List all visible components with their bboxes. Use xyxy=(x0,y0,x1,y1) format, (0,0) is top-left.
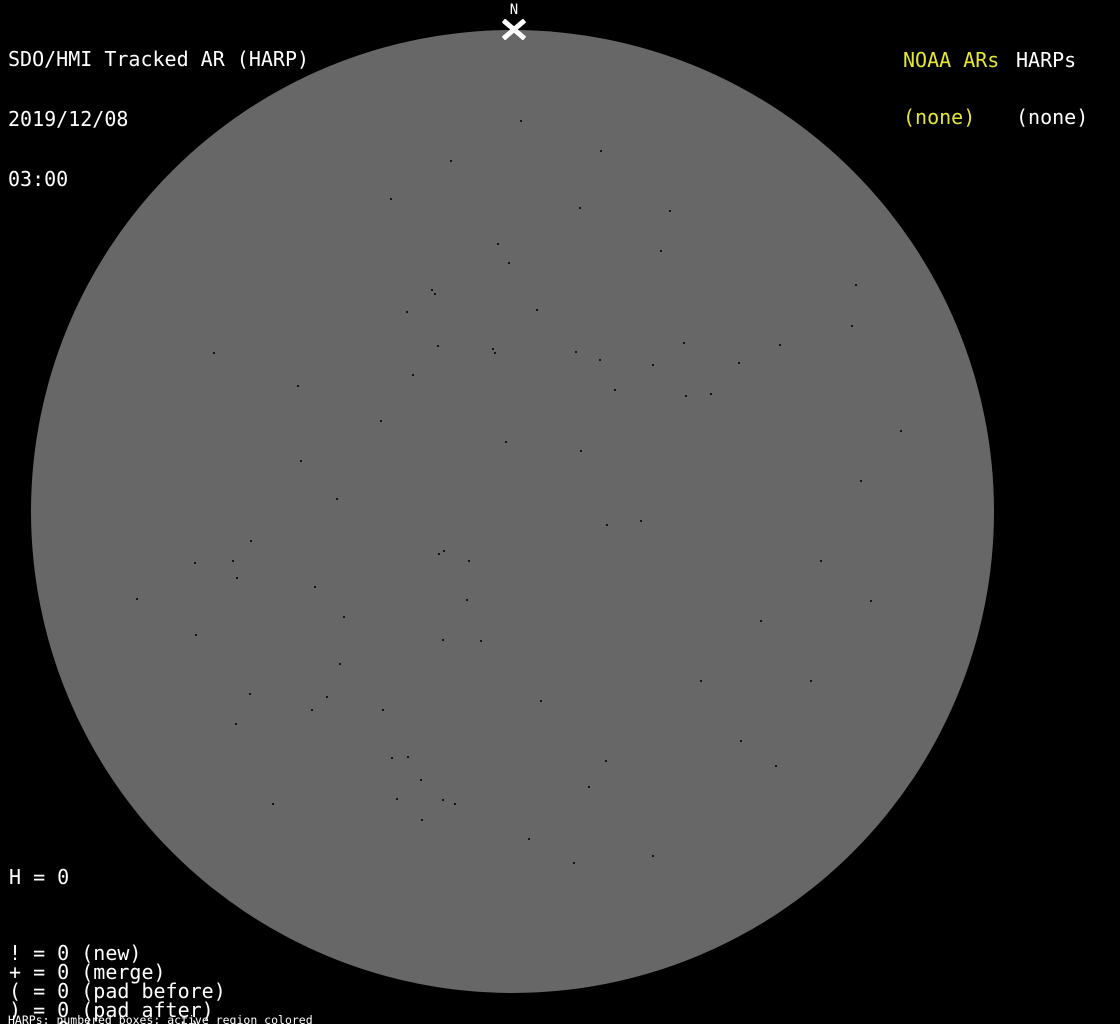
disk-speck xyxy=(431,289,433,291)
disk-speck xyxy=(580,450,582,452)
disk-speck xyxy=(492,348,494,350)
disk-speck xyxy=(528,838,530,840)
disk-speck xyxy=(600,150,602,152)
disk-speck xyxy=(437,345,439,347)
noaa-ars-column: NOAA ARs (none) xyxy=(903,13,999,165)
disk-speck xyxy=(314,586,316,588)
disk-speck xyxy=(272,803,274,805)
disk-speck xyxy=(900,430,902,432)
disk-speck xyxy=(710,393,712,395)
disk-speck xyxy=(640,520,642,522)
disk-speck xyxy=(588,786,590,788)
disk-speck xyxy=(740,740,742,742)
disk-speck xyxy=(760,620,762,622)
disk-speck xyxy=(311,709,313,711)
harp-count-line: H = 0 xyxy=(9,865,70,889)
disk-speck xyxy=(652,855,654,857)
disk-speck xyxy=(421,819,423,821)
disk-speck xyxy=(442,799,444,801)
disk-speck xyxy=(605,760,607,762)
disk-speck xyxy=(700,680,702,682)
disk-speck xyxy=(297,385,299,387)
disk-speck xyxy=(494,352,496,354)
disk-speck xyxy=(775,765,777,767)
disk-speck xyxy=(454,803,456,805)
disk-speck xyxy=(195,634,197,636)
disk-speck xyxy=(779,344,781,346)
disk-speck xyxy=(339,663,341,665)
header-block: SDO/HMI Tracked AR (HARP) 2019/12/08 03:… xyxy=(8,9,309,229)
disk-speck xyxy=(450,160,452,162)
footnote-harps: HARPs: numbered boxes; active region col… xyxy=(8,1013,313,1024)
disk-speck xyxy=(300,460,302,462)
noaa-ars-label: NOAA ARs xyxy=(903,48,1000,72)
disk-speck xyxy=(466,599,468,601)
noaa-ars-value: (none) xyxy=(903,105,976,129)
disk-speck xyxy=(738,362,740,364)
disk-speck xyxy=(652,364,654,366)
disk-speck xyxy=(343,616,345,618)
disk-speck xyxy=(669,210,671,212)
disk-speck xyxy=(232,560,234,562)
disk-speck xyxy=(540,700,542,702)
disk-speck xyxy=(855,284,857,286)
disk-speck xyxy=(685,395,687,397)
disk-speck xyxy=(434,293,436,295)
disk-speck xyxy=(579,207,581,209)
disk-speck xyxy=(536,309,538,311)
disk-speck xyxy=(497,243,499,245)
disk-speck xyxy=(606,524,608,526)
plot-date: 2019/12/08 xyxy=(8,107,129,131)
disk-speck xyxy=(407,756,409,758)
plot-title: SDO/HMI Tracked AR (HARP) xyxy=(8,47,310,71)
disk-speck xyxy=(575,351,577,353)
disk-speck xyxy=(336,498,338,500)
disk-speck xyxy=(420,779,422,781)
footnotes: HARPs: numbered boxes; active region col… xyxy=(8,992,410,1024)
harps-label: HARPs xyxy=(1016,48,1077,72)
disk-speck xyxy=(236,577,238,579)
solar-harp-plot: N SDO/HMI Tracked AR (HARP) 2019/12/08 0… xyxy=(0,0,1120,1024)
disk-speck xyxy=(599,359,601,361)
disk-speck xyxy=(468,560,470,562)
disk-speck xyxy=(136,598,138,600)
disk-speck xyxy=(396,798,398,800)
disk-speck xyxy=(250,540,252,542)
harps-column: HARPs (none) xyxy=(1016,13,1088,165)
disk-speck xyxy=(851,325,853,327)
disk-speck xyxy=(442,639,444,641)
disk-speck xyxy=(810,680,812,682)
disk-speck xyxy=(520,120,522,122)
harps-value: (none) xyxy=(1016,105,1089,129)
plot-time: 03:00 xyxy=(8,167,69,191)
disk-speck xyxy=(249,693,251,695)
disk-speck xyxy=(412,374,414,376)
disk-speck xyxy=(382,709,384,711)
disk-speck xyxy=(235,723,237,725)
disk-speck xyxy=(573,862,575,864)
disk-speck xyxy=(438,553,440,555)
disk-speck xyxy=(406,311,408,313)
disk-speck xyxy=(391,757,393,759)
disk-speck xyxy=(508,262,510,264)
north-label: N xyxy=(509,2,519,18)
disk-speck xyxy=(870,600,872,602)
disk-speck xyxy=(505,441,507,443)
disk-speck xyxy=(194,562,196,564)
disk-speck xyxy=(443,550,445,552)
disk-speck xyxy=(480,640,482,642)
disk-speck xyxy=(380,420,382,422)
disk-speck xyxy=(213,352,215,354)
disk-speck xyxy=(660,250,662,252)
disk-speck xyxy=(614,389,616,391)
disk-speck xyxy=(820,560,822,562)
disk-speck xyxy=(860,480,862,482)
disk-speck xyxy=(326,696,328,698)
disk-speck xyxy=(683,342,685,344)
north-cross-icon xyxy=(501,17,526,41)
disk-speck xyxy=(390,198,392,200)
